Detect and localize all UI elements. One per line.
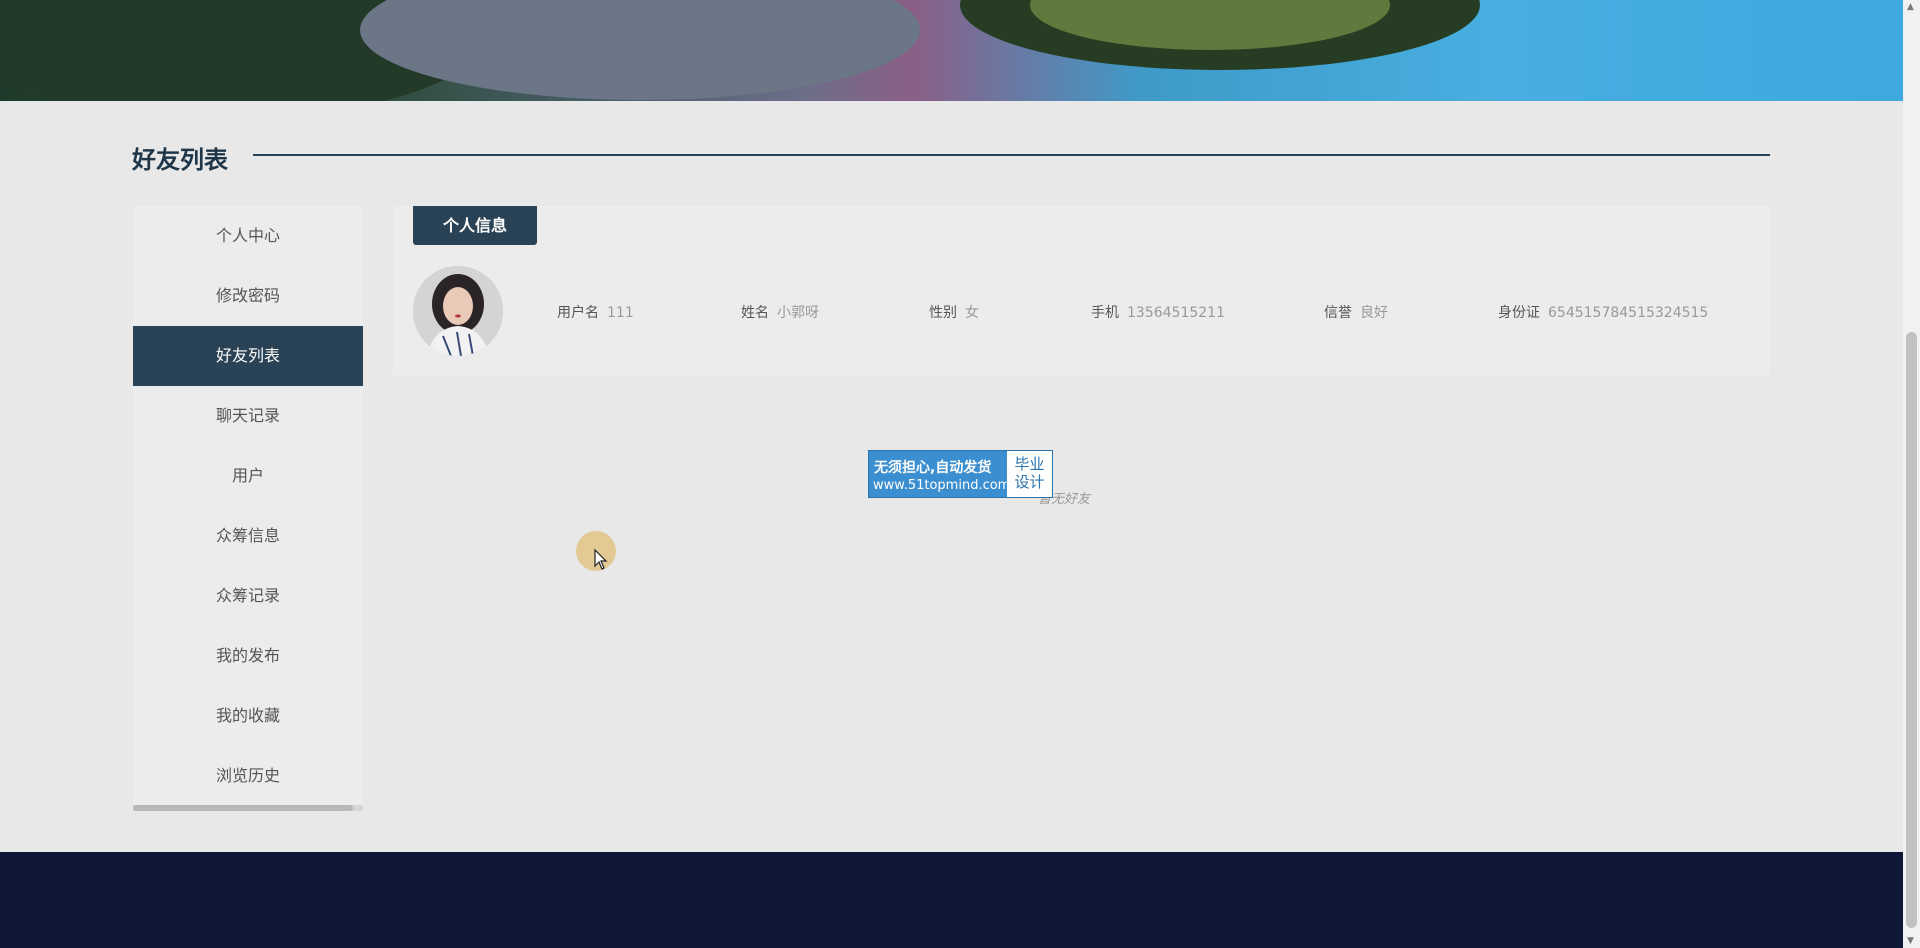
- scroll-up-arrow-icon[interactable]: ▲: [1907, 2, 1914, 12]
- page-footer: [0, 852, 1903, 948]
- gender-label: 性别: [929, 305, 957, 321]
- profile-field-id-card: 身份证 654515784515324515: [1498, 302, 1708, 322]
- scroll-down-arrow-icon[interactable]: ▼: [1907, 936, 1914, 946]
- sidebar-item-crowdfunding-info[interactable]: 众筹信息: [133, 506, 363, 566]
- ad-line-1: 无须担心,自动发货: [874, 460, 992, 476]
- sidebar-item-my-favorites[interactable]: 我的收藏: [133, 686, 363, 746]
- page-scrollbar[interactable]: ▲ ▼: [1903, 0, 1920, 948]
- profile-field-username: 用户名 111: [557, 302, 634, 322]
- ad-badge: 毕业 设计: [1007, 451, 1052, 497]
- avatar-image: [413, 266, 503, 356]
- username-value: 111: [607, 305, 634, 321]
- title-divider: [253, 154, 1770, 156]
- sidebar-item-browse-history[interactable]: 浏览历史: [133, 746, 363, 806]
- username-label: 用户名: [557, 305, 599, 321]
- id-card-label: 身份证: [1498, 305, 1540, 321]
- avatar: [413, 266, 503, 356]
- sidebar-item-crowdfunding-records[interactable]: 众筹记录: [133, 566, 363, 626]
- phone-label: 手机: [1091, 305, 1119, 321]
- sidebar-item-personal-center[interactable]: 个人中心: [133, 206, 363, 266]
- header-banner-image: [0, 0, 1903, 101]
- profile-card: [393, 206, 1770, 375]
- ad-line-2: www.51topmind.com: [873, 478, 1011, 493]
- mouse-pointer-icon: [594, 549, 608, 570]
- profile-field-credit: 信誉 良好: [1324, 302, 1388, 322]
- sidebar-menu: 个人中心 修改密码 好友列表 聊天记录 用户 众筹信息 众筹记录 我的发布 我的…: [133, 206, 363, 810]
- credit-label: 信誉: [1324, 305, 1352, 321]
- sidebar-scrollbar-thumb[interactable]: [133, 805, 353, 811]
- sidebar-item-users[interactable]: 用户: [133, 446, 363, 506]
- id-card-value: 654515784515324515: [1548, 305, 1709, 321]
- ad-badge-line-1: 毕业: [1014, 455, 1045, 473]
- sidebar-item-my-posts[interactable]: 我的发布: [133, 626, 363, 686]
- sidebar-item-change-password[interactable]: 修改密码: [133, 266, 363, 326]
- profile-field-phone: 手机 13564515211: [1091, 302, 1225, 322]
- page-title: 好友列表: [132, 146, 228, 174]
- profile-field-gender: 性别女: [929, 302, 979, 322]
- watermark-ad: 无须担心,自动发货 www.51topmind.com 毕业 设计: [868, 450, 1053, 498]
- sidebar-scrollbar[interactable]: [133, 805, 363, 811]
- profile-field-name: 姓名 小郭呀: [741, 302, 819, 322]
- phone-value: 13564515211: [1127, 305, 1225, 321]
- sidebar-item-chat-history[interactable]: 聊天记录: [133, 386, 363, 446]
- gender-value: 女: [965, 305, 979, 321]
- ad-badge-line-2: 设计: [1014, 473, 1045, 491]
- profile-tab[interactable]: 个人信息: [413, 206, 537, 245]
- credit-value: 良好: [1360, 305, 1388, 321]
- page-scrollbar-thumb[interactable]: [1906, 332, 1917, 928]
- sidebar-item-friend-list[interactable]: 好友列表: [133, 326, 363, 386]
- name-value: 小郭呀: [777, 305, 819, 321]
- name-label: 姓名: [741, 305, 769, 321]
